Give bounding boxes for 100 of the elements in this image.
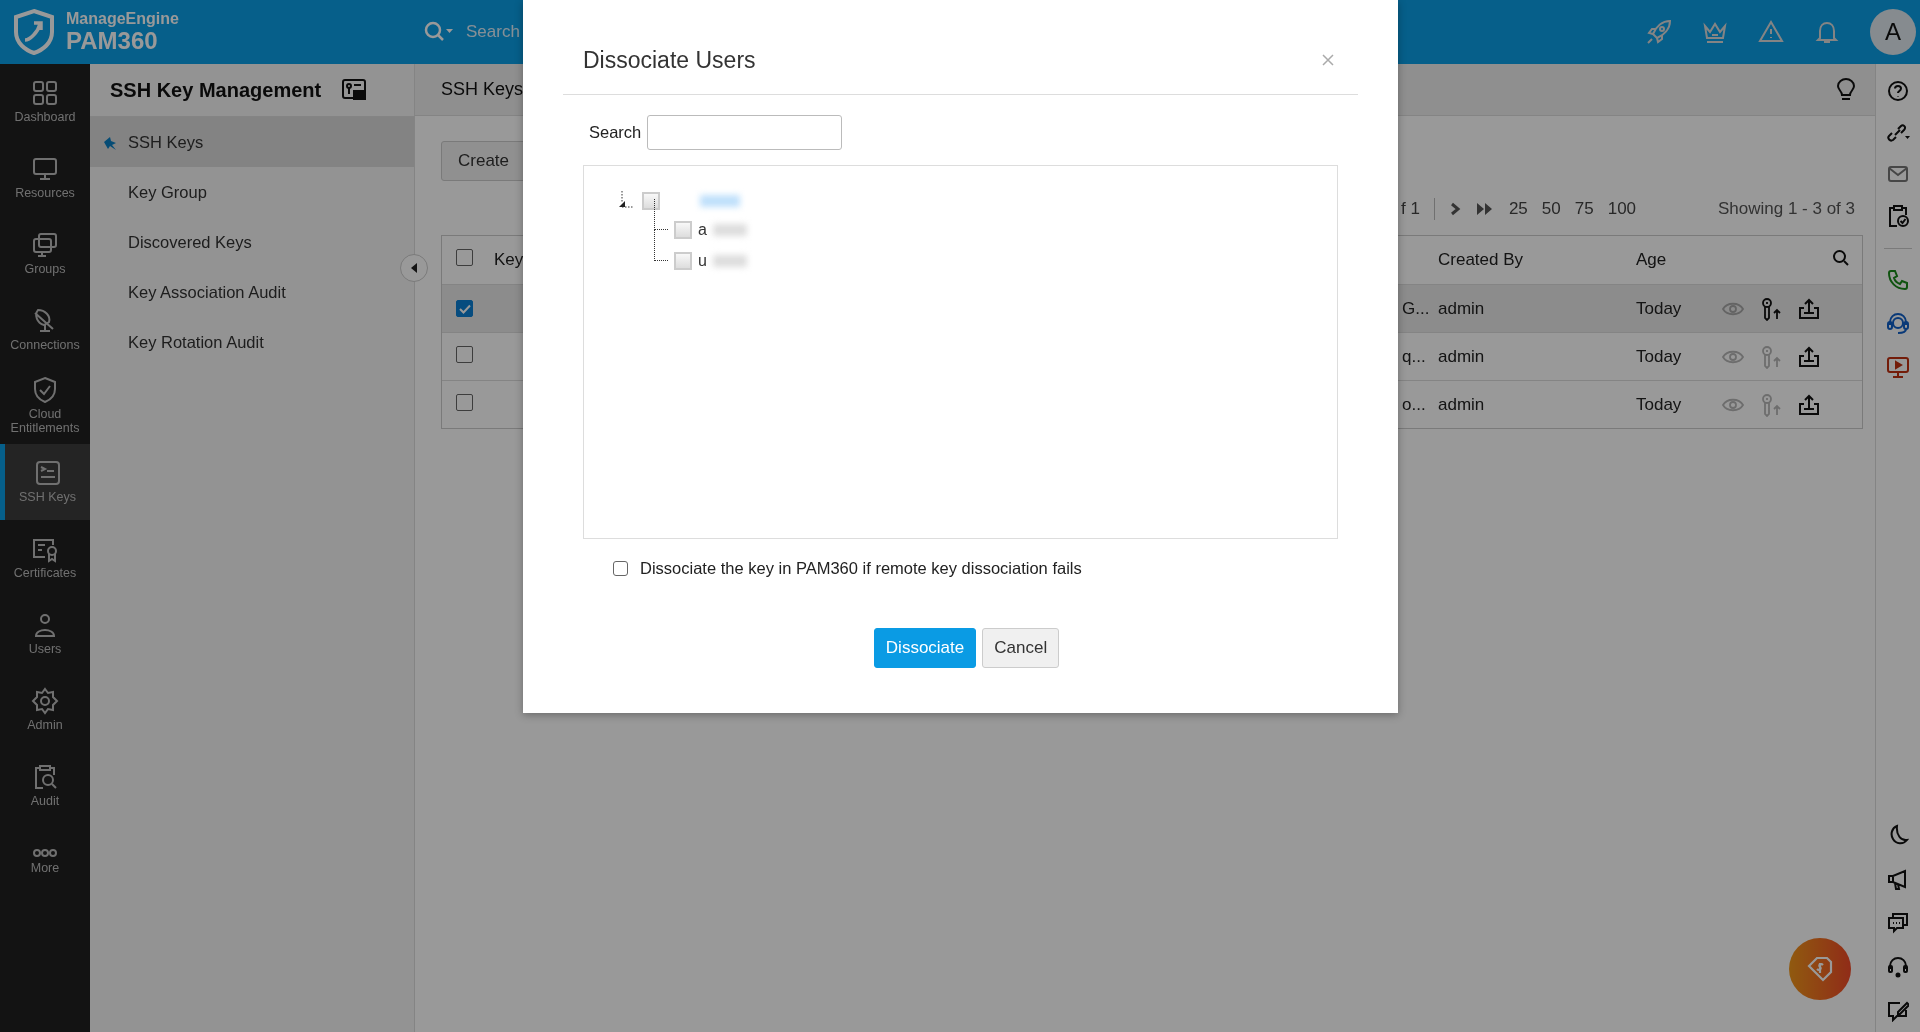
video-icon[interactable] [1886, 355, 1910, 379]
more-icon [31, 848, 59, 859]
page-title: SSH Keys [441, 79, 524, 100]
select-all-checkbox[interactable] [456, 249, 473, 266]
nav-label: Certificates [13, 567, 77, 581]
table-cell-text: Today [1635, 346, 1683, 367]
headset-icon[interactable] [1887, 956, 1909, 978]
dissociate-button[interactable]: Dissociate [873, 628, 977, 668]
user-avatar[interactable]: A [1870, 9, 1916, 55]
link-icon[interactable] [1886, 122, 1910, 144]
collapse-button[interactable] [400, 254, 428, 282]
tree-node-label[interactable]: u [698, 251, 707, 270]
lightbulb-icon[interactable] [1835, 76, 1857, 103]
nav-item[interactable]: Admin [0, 672, 90, 748]
product-name: PAM360 [66, 29, 159, 53]
table-cell-text: admin [1437, 394, 1486, 415]
redacted-text [700, 195, 740, 207]
key-upload-icon[interactable] [1760, 296, 1782, 321]
global-search-field[interactable]: Search [464, 21, 668, 43]
export-icon[interactable] [1798, 297, 1820, 320]
table-cell-text: Today [1635, 298, 1683, 319]
nav-item[interactable]: Audit [0, 748, 90, 824]
submenu-item[interactable]: SSH Keys [90, 117, 414, 167]
tree-checkbox[interactable] [674, 220, 692, 239]
submenu-label: Key Rotation Audit [128, 332, 264, 352]
nav-item[interactable]: Dashboard [0, 64, 90, 140]
table-cell-text: admin [1437, 298, 1486, 319]
search-field[interactable] [647, 115, 843, 150]
search-icon [424, 21, 454, 43]
nav-label: Cloud Entitlements [9, 408, 81, 436]
nav-item[interactable]: Certificates [0, 520, 90, 596]
table-cell-text: G... [1401, 298, 1431, 319]
submenu-label: SSH Keys [128, 132, 204, 152]
nav-label: SSH Keys [19, 491, 76, 505]
clipboard-check-icon[interactable] [1887, 204, 1909, 228]
column-header[interactable]: Age [1632, 250, 1722, 270]
help-icon[interactable] [1887, 80, 1909, 102]
next-page-icon[interactable] [1448, 202, 1461, 216]
caret-icon [409, 262, 419, 274]
tree-node-label[interactable]: a [698, 220, 707, 239]
nav-item[interactable]: More [0, 824, 90, 900]
redacted-text [712, 254, 747, 267]
submenu-item[interactable]: Key Rotation Audit [90, 317, 414, 367]
search-icon[interactable] [1832, 248, 1850, 267]
submenu-item[interactable]: Key Association Audit [90, 267, 414, 317]
windows-icon [31, 231, 59, 260]
search-label: Search [589, 123, 642, 142]
nav-label: Audit [30, 795, 60, 809]
export-icon[interactable] [1798, 393, 1820, 416]
table-cell-text: admin [1437, 346, 1486, 367]
submenu-label: Discovered Keys [128, 232, 252, 252]
table-cell-text: q... [1401, 346, 1427, 367]
row-checkbox[interactable] [456, 345, 473, 363]
redacted-text [712, 223, 747, 236]
submenu-label: Key Group [128, 182, 207, 202]
option-checkbox[interactable] [613, 561, 628, 576]
row-checkbox[interactable] [456, 393, 473, 411]
nav-item[interactable]: Groups [0, 216, 90, 292]
nav-label: Groups [24, 263, 66, 277]
nav-item[interactable]: SSH Keys [0, 444, 90, 520]
nav-label: Admin [27, 719, 63, 733]
phone-icon[interactable] [1887, 269, 1909, 291]
dashboard-icon [31, 79, 59, 108]
mail-icon[interactable] [1887, 164, 1909, 184]
tag-icon [1805, 954, 1835, 984]
tree-checkbox[interactable] [642, 192, 660, 210]
nav-item[interactable]: Users [0, 596, 90, 672]
page-count: f 1 [1401, 199, 1420, 219]
terminal-icon [33, 459, 62, 488]
feedback-icon[interactable] [1887, 1000, 1909, 1022]
submenu-label: Key Association Audit [128, 282, 286, 302]
cloud-shield-icon [31, 376, 59, 405]
table-cell-text: o... [1401, 394, 1427, 415]
pin-icon[interactable] [102, 135, 118, 151]
dialog-title: Dissociate Users [583, 46, 756, 74]
page-size-link[interactable]: 100 [1607, 199, 1637, 219]
nav-item[interactable]: Connections [0, 292, 90, 368]
key-card-icon[interactable] [341, 77, 368, 103]
nav-label: Resources [15, 187, 75, 201]
column-header[interactable]: Created By [1434, 250, 1632, 270]
nav-item[interactable]: Resources [0, 140, 90, 216]
chat-icon[interactable] [1887, 912, 1909, 934]
page-size-link[interactable]: 25 [1508, 199, 1528, 219]
submenu-item[interactable]: Discovered Keys [90, 217, 414, 267]
tree-checkbox[interactable] [674, 251, 692, 270]
megaphone-icon[interactable] [1887, 868, 1909, 890]
settings-icon [31, 687, 59, 716]
submenu-item[interactable]: Key Group [90, 167, 414, 217]
brand-name: ManageEngine [66, 11, 179, 27]
export-icon[interactable] [1798, 345, 1820, 368]
page-size-link[interactable]: 75 [1574, 199, 1594, 219]
headset-icon[interactable] [1886, 311, 1910, 335]
table-cell-text: Today [1635, 394, 1683, 415]
nav-item[interactable]: Cloud Entitlements [0, 368, 90, 444]
page-size-link[interactable]: 50 [1541, 199, 1561, 219]
tree-toggle-icon[interactable] [618, 191, 636, 211]
record-count: Showing 1 - 3 of 3 [1717, 199, 1855, 219]
row-checkbox[interactable] [456, 300, 473, 317]
nav-label: Connections [10, 339, 80, 353]
cancel-button[interactable]: Cancel [982, 628, 1060, 668]
